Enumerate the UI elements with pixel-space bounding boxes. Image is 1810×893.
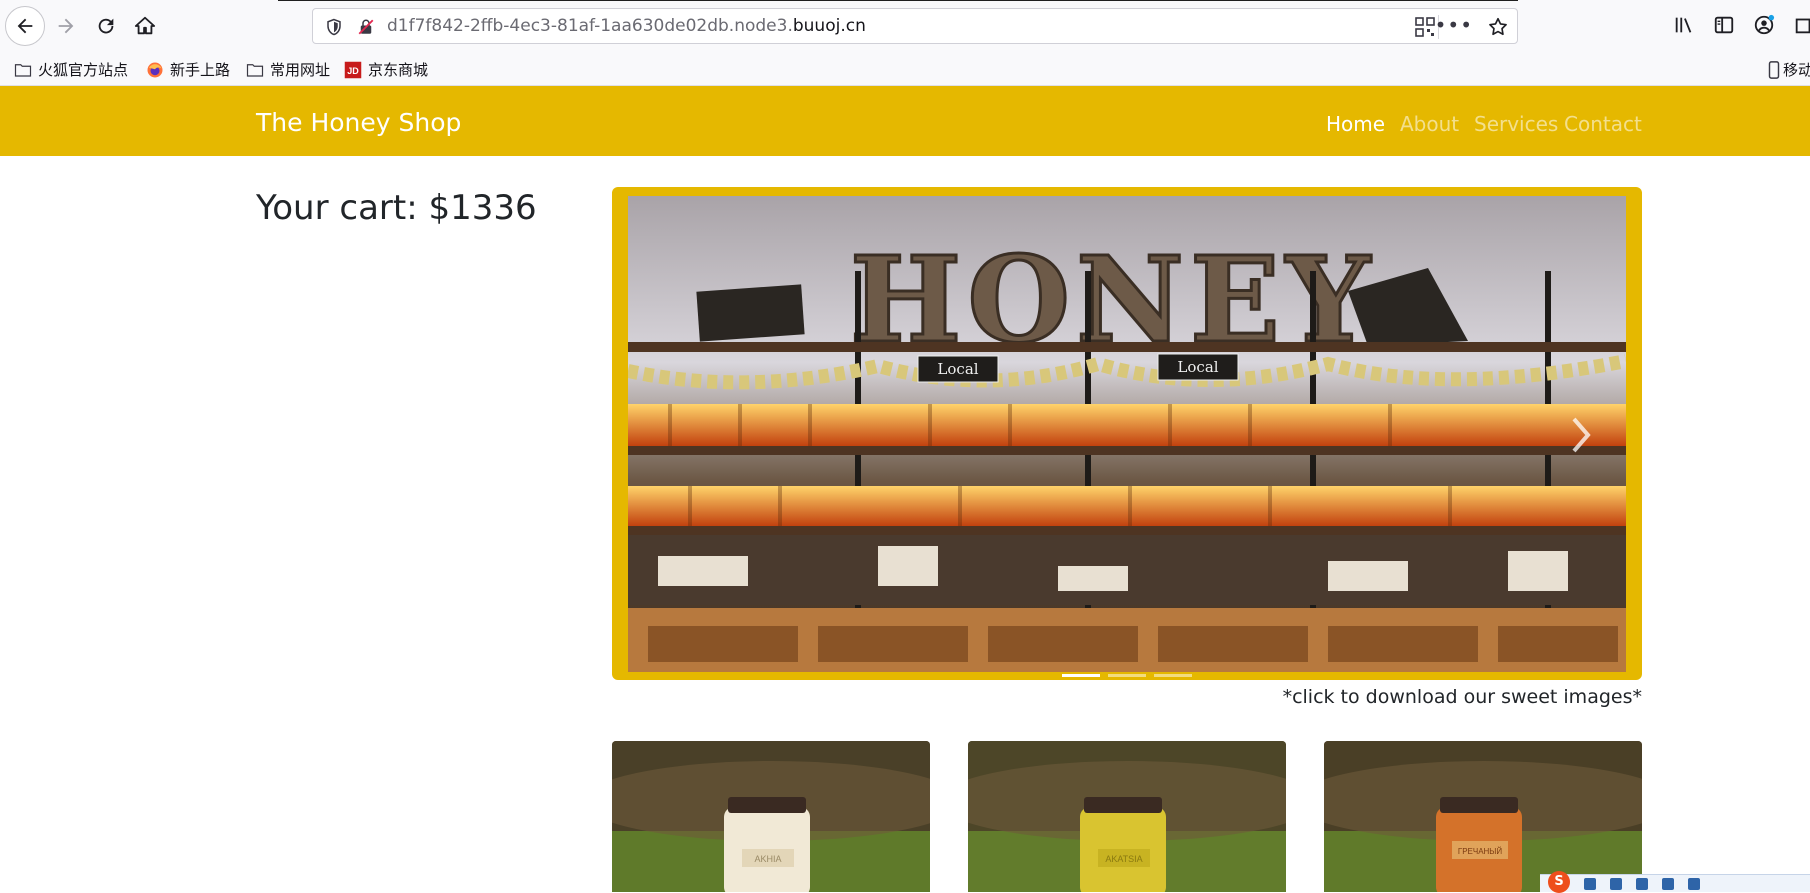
- svg-text:JD: JD: [347, 65, 359, 75]
- home-icon: [134, 16, 156, 35]
- nav-link-home[interactable]: Home: [1326, 112, 1385, 136]
- nav-link-contact[interactable]: Contact: [1564, 112, 1642, 136]
- phone-icon: [1768, 60, 1780, 79]
- insecure-lock-icon[interactable]: [357, 18, 375, 36]
- bookmark-firefox-official[interactable]: 火狐官方站点: [14, 59, 128, 80]
- carousel-next-icon[interactable]: [1570, 415, 1594, 455]
- honey-jar-image: ГРЕЧАНЫЙ: [1324, 741, 1642, 892]
- site-brand[interactable]: The Honey Shop: [256, 108, 461, 137]
- page-actions-button[interactable]: •••: [1435, 13, 1473, 37]
- cart-total: Your cart: $1336: [256, 188, 537, 228]
- nav-link-about[interactable]: About: [1400, 112, 1459, 136]
- mobile-bookmarks[interactable]: 移动: [1768, 59, 1810, 80]
- reload-icon: [98, 18, 114, 34]
- home-button[interactable]: [125, 6, 165, 46]
- product-card[interactable]: AKHIA: [612, 741, 930, 892]
- bookmark-label: 常用网址: [270, 61, 331, 79]
- account-icon[interactable]: [1753, 14, 1775, 36]
- ime-skin-icon[interactable]: [1688, 878, 1700, 890]
- svg-text:AKATSIA: AKATSIA: [1105, 854, 1142, 864]
- back-button[interactable]: [5, 6, 45, 46]
- site-navbar: The Honey Shop Home About Services Conta…: [0, 86, 1810, 156]
- ime-toolbar[interactable]: S: [1540, 871, 1810, 893]
- arrow-right-icon: [58, 18, 74, 34]
- svg-text:Local: Local: [937, 360, 978, 378]
- forward-button[interactable]: [46, 6, 86, 46]
- sidebar-icon[interactable]: [1713, 14, 1735, 36]
- ime-mode-icon[interactable]: [1584, 878, 1596, 890]
- bookmark-star-icon[interactable]: [1487, 16, 1509, 38]
- bookmarks-toolbar: 火狐官方站点 新手上路 常用网址 JD 京东商城 移动: [0, 50, 1810, 86]
- reload-button[interactable]: [86, 6, 126, 46]
- library-icon[interactable]: [1673, 14, 1695, 36]
- firefox-icon: [147, 62, 163, 77]
- url-text[interactable]: d1f7f842-2ffb-4ec3-81af-1aa630de02db.nod…: [387, 16, 866, 36]
- svg-text:AKHIA: AKHIA: [754, 854, 781, 864]
- url-bar[interactable]: d1f7f842-2ffb-4ec3-81af-1aa630de02db.nod…: [312, 8, 1518, 44]
- carousel-image[interactable]: HONEY Local Local: [628, 196, 1626, 672]
- svg-text:ГРЕЧАНЫЙ: ГРЕЧАНЫЙ: [1458, 847, 1503, 856]
- carousel-indicator[interactable]: [1154, 674, 1192, 677]
- sogou-ime-icon[interactable]: S: [1548, 871, 1570, 893]
- folder-icon: [246, 63, 264, 77]
- bookmark-jd[interactable]: JD 京东商城: [344, 59, 428, 80]
- carousel-indicators: [1062, 674, 1192, 677]
- carousel-indicator[interactable]: [1108, 674, 1146, 677]
- download-caption[interactable]: *click to download our sweet images*: [1280, 686, 1642, 708]
- bookmark-label: 新手上路: [170, 61, 231, 79]
- honey-shop-photo: HONEY Local Local: [628, 196, 1626, 672]
- carousel-indicator[interactable]: [1062, 674, 1100, 677]
- bookmark-label: 京东商城: [368, 61, 429, 79]
- extensions-icon[interactable]: [1793, 14, 1810, 36]
- browser-toolbar: d1f7f842-2ffb-4ec3-81af-1aa630de02db.nod…: [0, 0, 1810, 50]
- shield-icon[interactable]: [325, 18, 343, 36]
- arrow-left-icon: [17, 18, 33, 34]
- nav-link-services[interactable]: Services: [1474, 112, 1558, 136]
- jd-icon: JD: [344, 61, 362, 78]
- product-card[interactable]: ГРЕЧАНЫЙ: [1324, 741, 1642, 892]
- bookmark-label: 移动: [1783, 61, 1810, 79]
- svg-text:Local: Local: [1177, 358, 1218, 376]
- image-carousel[interactable]: HONEY Local Local: [612, 187, 1642, 680]
- folder-icon: [14, 63, 32, 77]
- ime-voice-icon[interactable]: [1636, 878, 1648, 890]
- bookmark-common-sites[interactable]: 常用网址: [246, 59, 330, 80]
- ime-punct-icon[interactable]: [1610, 878, 1622, 890]
- honey-jar-image: AKHIA: [612, 741, 930, 892]
- bookmark-label: 火狐官方站点: [38, 61, 129, 79]
- ime-keyboard-icon[interactable]: [1662, 878, 1674, 890]
- bookmark-getting-started[interactable]: 新手上路: [146, 59, 230, 80]
- product-card[interactable]: AKATSIA: [968, 741, 1286, 892]
- honey-jar-image: AKATSIA: [968, 741, 1286, 892]
- qr-code-icon[interactable]: [1415, 17, 1435, 37]
